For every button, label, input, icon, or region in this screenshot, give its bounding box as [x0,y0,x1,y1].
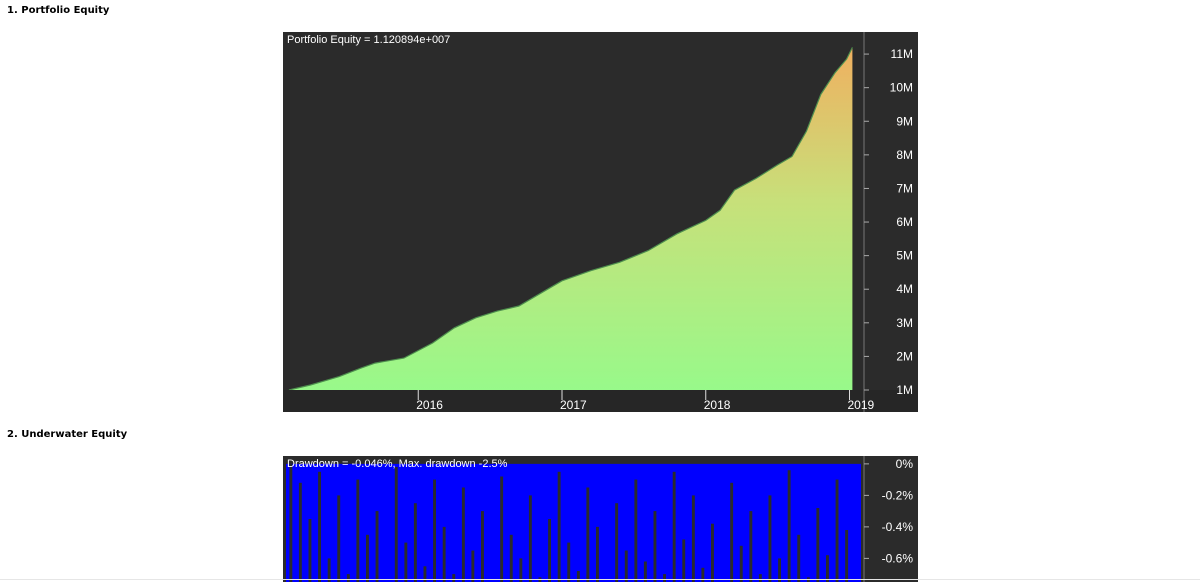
drawdown-bar [500,476,504,582]
drawdown-bar [366,534,369,582]
drawdown-bar [356,479,360,582]
equity-y-tick-label: 4M [896,282,913,296]
drawdown-bar [787,470,791,582]
drawdown-bar [481,511,484,582]
portfolio-equity-chart: 1M 2M 3M 4M 5M 6M 7M 8M 9M 10M 11M 2016 2017 2018 2019… [283,32,918,412]
drawdown-bar [711,523,714,582]
equity-x-tick-label: 2019 [848,398,875,412]
drawdown-bar [634,479,638,582]
drawdown-bar [548,519,551,582]
equity-y-tick-label: 3M [896,316,913,330]
drawdown-y-tick-label: -0.6% [882,551,914,565]
drawdown-bar [471,550,475,582]
drawdown-bar [318,471,321,582]
bottom-divider [0,579,1200,580]
equity-x-tick-label: 2017 [560,398,587,412]
drawdown-bar [442,526,446,582]
equity-y-tick-label: 11M [891,47,913,61]
drawdown-area [286,463,861,582]
drawdown-bar [509,534,513,582]
drawdown-bar [615,503,619,582]
drawdown-bar [797,534,801,582]
drawdown-bar [596,526,599,582]
drawdown-bar [413,503,417,582]
equity-y-tick-label: 9M [896,114,913,128]
equity-chart-title: Portfolio Equity = 1.120894e+007 [287,34,450,46]
drawdown-y-tick-label: 0% [896,457,914,471]
equity-area [288,47,853,391]
drawdown-bar [749,511,753,582]
drawdown-bar [567,542,571,582]
equity-y-tick-label: 6M [896,215,913,229]
drawdown-bar [298,482,302,582]
drawdown-bar [557,471,561,582]
drawdown-bar [375,511,379,582]
drawdown-bar [835,479,839,582]
section-title-underwater-equity: 2. Underwater Equity [7,429,128,440]
drawdown-bar [289,463,293,582]
portfolio-equity-plot: 1M 2M 3M 4M 5M 6M 7M 8M 9M 10M 11M 2016 2017 2018 2019… [283,32,918,412]
drawdown-bar [576,571,580,582]
drawdown-bar [730,482,734,582]
drawdown-bar [624,550,628,582]
drawdown-bar [394,467,398,582]
section-title-portfolio-equity: 1. Portfolio Equity [7,5,110,16]
drawdown-bar [586,487,590,582]
drawdown-chart-title: Drawdown = -0.046%, Max. drawdown -2.5% [287,458,508,470]
drawdown-bar [404,542,408,582]
equity-x-tick-label: 2018 [704,398,731,412]
drawdown-bar [461,487,465,582]
drawdown-bar [816,508,820,582]
equity-y-tick-label: 7M [896,181,913,195]
drawdown-bar [682,539,686,582]
equity-y-tick-label: 10M [890,81,913,95]
drawdown-bar [826,555,829,582]
equity-y-tick-label: 1M [896,383,913,397]
drawdown-bar [433,479,436,582]
equity-y-tick-label: 5M [896,249,913,263]
underwater-equity-plot: 0% -0.2% -0.4% -0.6% Drawdown = -0.046%, Ma… [286,456,914,582]
equity-x-tick-label: 2016 [416,398,443,412]
drawdown-bar [691,495,695,582]
drawdown-bar [768,495,772,582]
drawdown-bar [308,519,312,582]
drawdown-y-tick-label: -0.2% [882,488,914,502]
equity-x-axis-band [283,390,918,412]
drawdown-bar [337,495,341,582]
drawdown-bar [672,471,676,582]
drawdown-y-tick-label: -0.4% [882,520,914,534]
underwater-equity-chart: 0% -0.2% -0.4% -0.6% Drawdown = -0.046%, Ma… [283,456,918,582]
drawdown-bar [653,511,657,582]
equity-y-tick-label: 2M [896,349,913,363]
drawdown-bar [528,495,532,582]
equity-y-tick-label: 8M [896,148,913,162]
drawdown-bar [739,545,743,582]
drawdown-bar [845,530,849,582]
